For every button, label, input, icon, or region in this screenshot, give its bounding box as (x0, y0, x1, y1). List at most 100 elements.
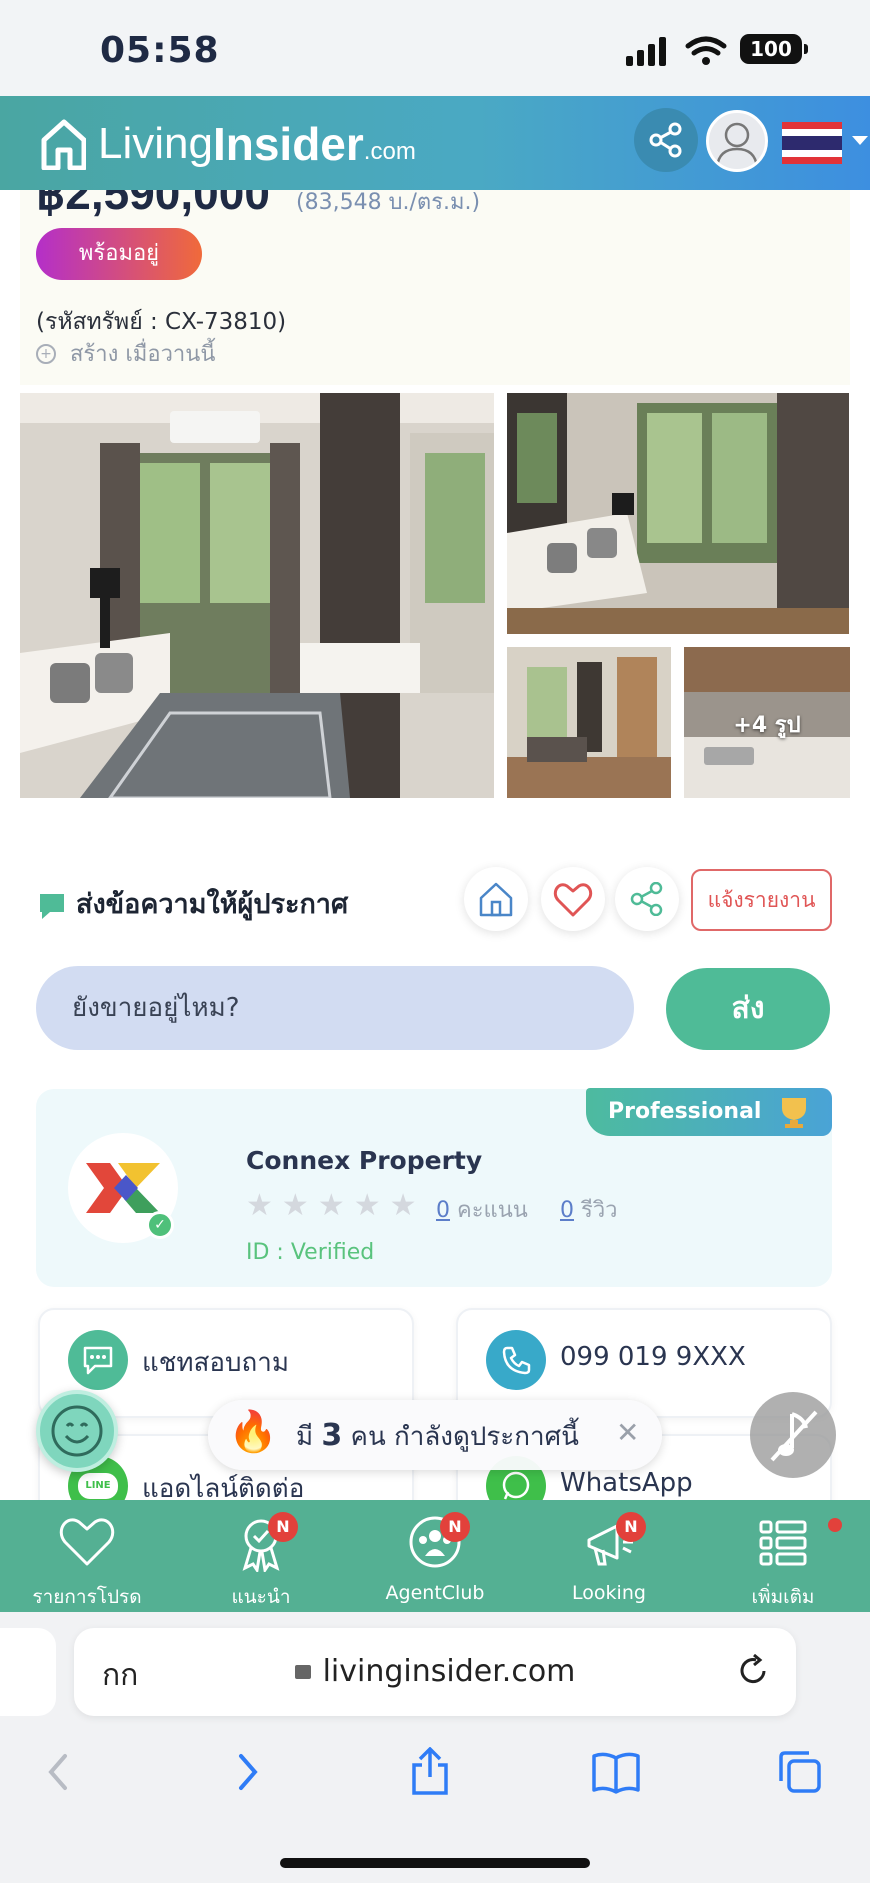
nav-agentclub-badge: N (440, 1512, 470, 1542)
nav-agentclub-label: AgentClub (385, 1582, 485, 1604)
viewers-prefix: มี (296, 1422, 314, 1452)
lock-icon (294, 1665, 311, 1679)
forward-button[interactable] (218, 1742, 278, 1802)
clock: 05:58 (100, 30, 220, 71)
nav-looking[interactable]: N Looking (522, 1500, 696, 1612)
thai-flag-icon[interactable] (782, 122, 842, 164)
music-toggle-button[interactable] (750, 1392, 836, 1478)
site-logo[interactable]: Living Insider .com (40, 114, 416, 174)
site-header: Living Insider .com (0, 96, 870, 190)
favorite-button[interactable] (541, 867, 605, 931)
chat-contact-label: แชทสอบถาม (142, 1348, 290, 1378)
nav-recommended[interactable]: N แนะนำ (174, 1500, 348, 1612)
nav-more-label: เพิ่มเติม (751, 1586, 815, 1608)
logo-word-living: Living (98, 119, 213, 168)
created-info: + สร้าง เมื่อวานนี้ (36, 336, 215, 371)
reload-icon[interactable] (736, 1654, 770, 1688)
nav-agentclub[interactable]: N AgentClub (348, 1500, 522, 1612)
list-icon (759, 1520, 807, 1566)
share-icon (649, 122, 682, 158)
professional-badge: Professional (586, 1088, 832, 1136)
review-count-link[interactable]: 0 รีวิว (560, 1192, 618, 1227)
chat-bubble-icon (40, 894, 64, 919)
rating-label: คะแนน (457, 1198, 528, 1223)
previous-tab-preview[interactable] (0, 1628, 56, 1716)
signal-wifi-icons (626, 36, 727, 66)
plus-circle-icon: + (36, 343, 56, 364)
created-label: สร้าง เมื่อวานนี้ (70, 342, 216, 367)
share-icon (630, 882, 663, 916)
price-per-sqm: (83,548 บ./ตร.ม.) (296, 190, 481, 215)
phone-number-label: 099 019 9XXX (560, 1342, 746, 1372)
nav-looking-label: Looking (572, 1582, 646, 1604)
address-bar[interactable]: กก livinginsider.com (74, 1628, 796, 1716)
chat-icon (68, 1330, 128, 1390)
viewers-text: มี 3 คน กำลังดูประกาศนี้ (296, 1416, 579, 1457)
nav-looking-badge: N (616, 1512, 646, 1542)
user-avatar-icon (715, 122, 759, 168)
trophy-icon (782, 1098, 806, 1128)
review-label: รีวิว (581, 1198, 618, 1223)
url-text: livinginsider.com (322, 1654, 576, 1689)
photo-2[interactable] (507, 393, 849, 634)
battery-indicator: 100 (740, 34, 808, 64)
agent-name[interactable]: Connex Property (246, 1146, 482, 1175)
star-icon: ★ (317, 1188, 345, 1223)
nav-recommended-badge: N (268, 1512, 298, 1542)
logo-word-insider: Insider (212, 118, 364, 170)
photo-3[interactable] (507, 647, 671, 798)
header-share-button[interactable] (634, 108, 698, 172)
phone-icon (486, 1330, 546, 1390)
line-icon-text: LINE (78, 1473, 118, 1499)
chevron-left-icon (48, 1754, 67, 1790)
listing-content (20, 190, 850, 1500)
status-bar: 05:58 100 (0, 0, 870, 96)
nav-favorites[interactable]: รายการโปรด (0, 1500, 174, 1612)
nav-more[interactable]: เพิ่มเติม (696, 1500, 870, 1612)
music-muted-icon (770, 1410, 818, 1462)
home-button[interactable] (464, 867, 528, 931)
report-button[interactable]: แจ้งรายงาน (691, 869, 832, 931)
nav-recommended-label: แนะนำ (231, 1586, 291, 1608)
smiley-icon (51, 1405, 103, 1457)
send-button[interactable]: ส่ง (666, 968, 830, 1050)
bottom-navigation: รายการโปรด N แนะนำ N AgentClub N Looking (0, 1500, 870, 1612)
rating-score[interactable]: 0 คะแนน (436, 1192, 528, 1227)
star-icon: ★ (246, 1188, 273, 1223)
rating-count[interactable]: 0 (436, 1198, 450, 1223)
house-logo-icon (41, 119, 86, 170)
more-photos-label[interactable]: +4 รูป (684, 707, 850, 742)
home-indicator (280, 1858, 590, 1868)
url-display[interactable]: livinginsider.com (74, 1654, 796, 1689)
photo-main[interactable] (20, 393, 494, 798)
review-count[interactable]: 0 (560, 1198, 574, 1223)
close-icon[interactable]: ✕ (616, 1418, 639, 1448)
share-upload-icon (412, 1747, 448, 1795)
star-icon: ★ (389, 1188, 417, 1223)
nav-favorites-label: รายการโปรด (32, 1586, 142, 1608)
room-photo (507, 647, 671, 798)
rating-stars: ★ ★ ★ ★ ★ (246, 1190, 417, 1222)
viewers-count: 3 (321, 1418, 343, 1453)
browser-chrome: กก livinginsider.com (0, 1612, 870, 1883)
agent-verified-id: ID : Verified (246, 1240, 375, 1265)
logo-suffix: .com (363, 138, 416, 165)
whatsapp-contact-label: WhatsApp (560, 1468, 693, 1498)
tabs-button[interactable] (770, 1742, 830, 1802)
message-input[interactable] (36, 966, 634, 1050)
heart-icon (553, 883, 593, 917)
star-icon: ★ (353, 1188, 381, 1223)
share-sheet-button[interactable] (400, 1742, 460, 1802)
professional-badge-label: Professional (608, 1099, 762, 1124)
language-dropdown-caret-icon[interactable] (852, 136, 868, 145)
star-icon: ★ (281, 1188, 309, 1223)
message-section-title: ส่งข้อความให้ผู้ประกาศ (76, 889, 349, 920)
emoji-feedback-button[interactable] (36, 1390, 118, 1472)
photo-4[interactable]: +4 รูป (684, 647, 850, 798)
back-button[interactable] (28, 1742, 88, 1802)
sofa-photo (507, 393, 849, 634)
user-avatar[interactable] (706, 110, 768, 172)
share-button[interactable] (615, 867, 679, 931)
bookmarks-button[interactable] (586, 1742, 646, 1802)
verified-check-icon: ✓ (146, 1211, 174, 1239)
